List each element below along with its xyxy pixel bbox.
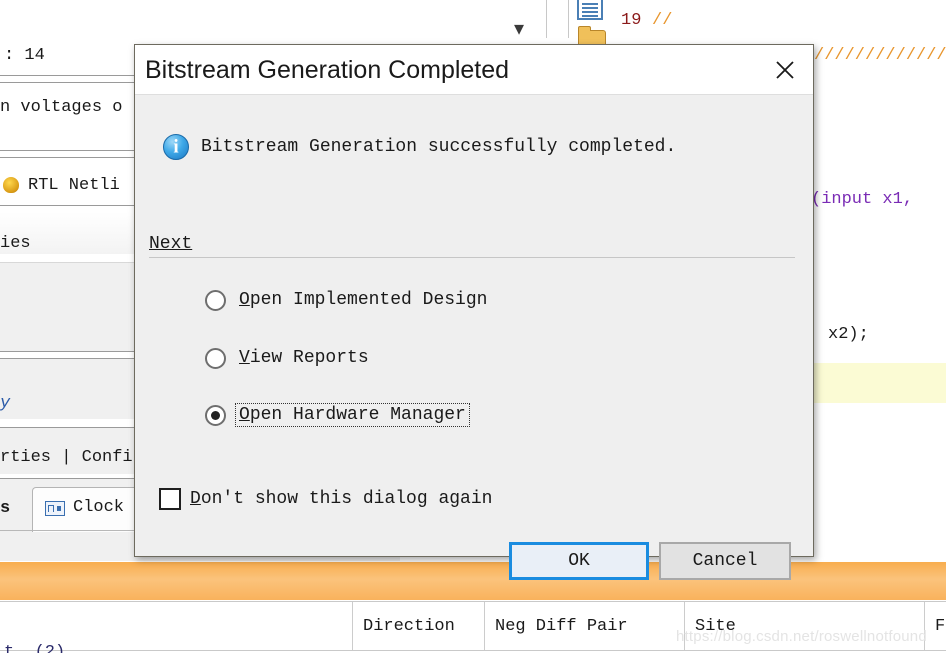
watermark: https://blog.csdn.net/roswellnotfound bbox=[676, 628, 927, 645]
document-icon[interactable] bbox=[577, 0, 603, 20]
table-column-direction[interactable]: Direction bbox=[352, 602, 484, 650]
next-group-label-text: Next bbox=[149, 234, 193, 254]
radio-open-implemented-design[interactable]: Open Implemented Design bbox=[205, 289, 490, 311]
dialog-title: Bitstream Generation Completed bbox=[145, 56, 510, 84]
ok-button[interactable]: OK bbox=[509, 542, 649, 580]
bottom-fragment: t_ (2) bbox=[4, 643, 66, 653]
radio-0-rest: pen Implemented Design bbox=[249, 290, 488, 310]
left-panel-row-1-text: n voltages o bbox=[0, 97, 123, 117]
radio-open-implemented-design-mark[interactable] bbox=[205, 289, 226, 311]
chevron-down-icon[interactable]: ▾ bbox=[514, 18, 524, 38]
table-column-neg-diff-pair[interactable]: Neg Diff Pair bbox=[484, 602, 684, 650]
dialog-message-row: Bitstream Generation successfully comple… bbox=[163, 134, 676, 160]
radio-view-reports[interactable]: View Reports bbox=[205, 347, 372, 369]
radio-2-rest: pen Hardware Manager bbox=[249, 405, 466, 425]
left-panel-row-5-text: rties | Confi bbox=[0, 447, 133, 467]
editor-line-number: 19 bbox=[621, 11, 642, 30]
tab-fragment-left-text: s bbox=[0, 498, 11, 518]
radio-1-rest: iew Reports bbox=[249, 348, 369, 368]
editor-comment-rule: /////////////// bbox=[814, 46, 946, 65]
tab-clock-label: Clock bbox=[73, 498, 125, 517]
table-column-fixed[interactable]: Fi bbox=[924, 602, 946, 650]
radio-open-hardware-manager-mark[interactable] bbox=[205, 404, 226, 426]
tab-fragment-left[interactable]: s bbox=[0, 492, 34, 524]
toolbar-separator-1 bbox=[546, 0, 547, 38]
editor-line19-comment: // bbox=[652, 11, 673, 30]
editor-code-input: (input x1, bbox=[811, 190, 914, 209]
status-band bbox=[0, 562, 946, 600]
dont-show-again-label: Don't show this dialog again bbox=[190, 489, 492, 509]
next-group-label: Next bbox=[149, 234, 192, 254]
clock-waveform-icon bbox=[45, 501, 65, 516]
dont-show-again-checkbox-mark[interactable] bbox=[159, 488, 181, 510]
radio-open-hardware-manager[interactable]: Open Hardware Manager bbox=[205, 403, 470, 427]
cancel-button[interactable]: Cancel bbox=[659, 542, 791, 580]
radio-open-implemented-design-label: Open Implemented Design bbox=[236, 289, 490, 311]
left-panel-row-0-text: : 14 bbox=[4, 45, 45, 65]
left-panel-row-2-text: RTL Netli bbox=[28, 175, 120, 195]
left-panel-row-3-text: ies bbox=[0, 233, 31, 253]
radio-view-reports-mark[interactable] bbox=[205, 347, 226, 369]
bitstream-generation-dialog: Bitstream Generation Completed Bitstream… bbox=[134, 44, 814, 580]
editor-code-close: x2); bbox=[828, 325, 869, 344]
dont-show-rest: on't show this dialog again bbox=[200, 489, 493, 509]
dont-show-mnemonic: D bbox=[190, 489, 201, 509]
radio-0-mnemonic: O bbox=[239, 290, 250, 310]
screen-root: ▾ 19 // /////////////// (input x1, x2); … bbox=[0, 0, 946, 653]
radio-open-hardware-manager-label: Open Hardware Manager bbox=[235, 403, 470, 427]
radio-2-mnemonic: O bbox=[239, 405, 250, 425]
dont-show-again-checkbox[interactable]: Don't show this dialog again bbox=[159, 488, 492, 510]
netlist-icon bbox=[3, 177, 19, 193]
dialog-message: Bitstream Generation successfully comple… bbox=[201, 137, 677, 157]
radio-1-mnemonic: V bbox=[239, 348, 250, 368]
left-panel-row-4-text: y bbox=[0, 393, 11, 413]
dialog-body: Bitstream Generation successfully comple… bbox=[135, 95, 813, 580]
close-icon[interactable] bbox=[757, 45, 813, 94]
dialog-titlebar: Bitstream Generation Completed bbox=[135, 45, 813, 95]
radio-view-reports-label: View Reports bbox=[236, 347, 372, 369]
info-icon bbox=[163, 134, 189, 160]
toolbar-separator-2 bbox=[568, 0, 569, 38]
next-group-rule bbox=[149, 257, 795, 258]
